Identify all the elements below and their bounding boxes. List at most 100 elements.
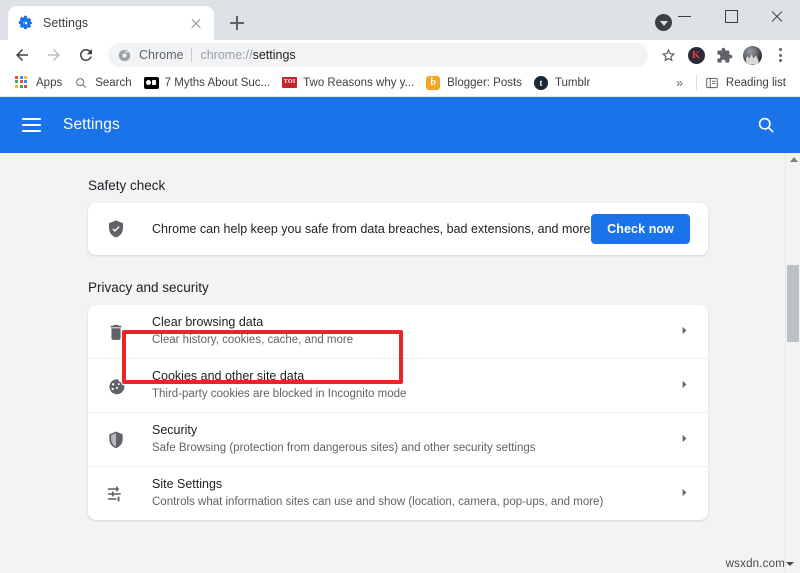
avatar-image (743, 46, 762, 65)
browser-tab-settings[interactable]: Settings (8, 6, 214, 40)
reload-icon[interactable] (72, 41, 100, 69)
bookmark-label: Tumblr (555, 77, 590, 89)
bookmark-tumblr[interactable]: t Tumblr (528, 73, 596, 94)
omnibox-url-prefix: chrome:// (200, 48, 252, 62)
blogger-favicon: b (426, 76, 441, 91)
bookmark-7-myths[interactable]: 7 Myths About Suc... (138, 73, 276, 94)
safety-check-card: Chrome can help keep you safe from data … (88, 203, 708, 255)
settings-row-clear-browsing-data[interactable]: Clear browsing data Clear history, cooki… (88, 305, 708, 359)
bookmarks-bar: Apps Search 7 Myths About Suc... TOI Two… (0, 70, 800, 97)
section-title-safety-check: Safety check (88, 178, 785, 193)
settings-row-security[interactable]: Security Safe Browsing (protection from … (88, 413, 708, 467)
bookmark-label: Two Reasons why y... (303, 77, 414, 89)
settings-row-subtitle: Third-party cookies are blocked in Incog… (152, 386, 672, 403)
cookie-icon (106, 376, 126, 396)
back-arrow-icon[interactable] (8, 41, 36, 69)
tumblr-favicon: t (534, 76, 549, 91)
bookmark-search[interactable]: Search (68, 73, 137, 94)
title-bar: Settings (0, 0, 800, 40)
settings-content: Safety check Chrome can help keep you sa… (0, 153, 800, 573)
chevron-right-icon[interactable] (672, 325, 690, 339)
black-favicon (144, 76, 159, 91)
divider (696, 75, 697, 91)
omnibox-separator (191, 48, 192, 62)
settings-header: Settings (0, 97, 800, 153)
new-tab-button[interactable] (223, 9, 251, 37)
reading-list-button[interactable]: Reading list (703, 73, 792, 94)
window-controls (662, 0, 800, 32)
apps-grid-icon (15, 76, 30, 91)
bookmark-blogger[interactable]: b Blogger: Posts (420, 73, 528, 94)
sliders-icon (106, 484, 126, 504)
vertical-scrollbar[interactable] (785, 153, 800, 573)
kebab-dots (779, 48, 782, 62)
settings-row-title: Security (152, 422, 672, 439)
tab-title: Settings (43, 16, 188, 30)
extension-k-badge: K (688, 47, 705, 64)
settings-row-title: Site Settings (152, 476, 672, 493)
settings-row-subtitle: Clear history, cookies, cache, and more (152, 332, 672, 349)
chrome-logo-icon (118, 49, 131, 62)
settings-row-title: Cookies and other site data (152, 368, 672, 385)
safety-check-text: Chrome can help keep you safe from data … (152, 222, 591, 236)
kebab-menu-icon[interactable] (767, 42, 793, 68)
magnifier-icon (74, 76, 89, 91)
maximize-icon[interactable] (708, 0, 754, 32)
settings-row-subtitle: Controls what information sites can use … (152, 494, 672, 511)
privacy-security-card: Clear browsing data Clear history, cooki… (88, 305, 708, 520)
puzzle-piece-icon[interactable] (711, 42, 737, 68)
search-icon[interactable] (756, 115, 776, 140)
settings-row-cookies[interactable]: Cookies and other site data Third-party … (88, 359, 708, 413)
check-now-button[interactable]: Check now (591, 214, 690, 244)
toolbar-actions: K (654, 42, 794, 68)
shield-check-icon (106, 219, 126, 239)
gear-icon (18, 15, 34, 31)
settings-page: Settings Safety check Chrome can help ke… (0, 97, 800, 573)
bookmarks-overflow-icon[interactable]: » (669, 76, 690, 90)
bookmark-label: Blogger: Posts (447, 77, 522, 89)
bookmark-label: Apps (36, 77, 62, 89)
omnibox-scheme-label: Chrome (139, 48, 183, 62)
bookmarks-bar-right: » Reading list (669, 73, 792, 94)
browser-window: Settings Chrome (0, 0, 800, 573)
omnibox-url-suffix: settings (253, 48, 296, 62)
toi-favicon: TOI (282, 76, 297, 91)
chevron-right-icon[interactable] (672, 379, 690, 393)
watermark: wsxdn.com (726, 558, 794, 570)
page-title: Settings (63, 116, 120, 134)
settings-row-site-settings[interactable]: Site Settings Controls what information … (88, 467, 708, 520)
chevron-right-icon[interactable] (672, 487, 690, 501)
forward-arrow-icon[interactable] (40, 41, 68, 69)
section-title-privacy-security: Privacy and security (88, 280, 785, 295)
reading-list-label: Reading list (726, 77, 786, 89)
reading-list-icon (705, 76, 720, 91)
settings-row-text: Cookies and other site data Third-party … (152, 359, 672, 412)
minimize-icon[interactable] (662, 0, 708, 32)
tab-strip: Settings (0, 0, 251, 40)
extension-k-icon[interactable]: K (683, 42, 709, 68)
star-icon[interactable] (655, 42, 681, 68)
safety-check-row: Chrome can help keep you safe from data … (88, 203, 708, 255)
settings-row-title: Clear browsing data (152, 314, 672, 331)
scroll-up-arrow-icon[interactable] (790, 157, 798, 162)
trash-icon (106, 322, 126, 342)
bookmark-label: Search (95, 77, 131, 89)
omnibox-url: chrome://settings (200, 48, 295, 62)
bookmark-apps[interactable]: Apps (9, 73, 68, 94)
bookmark-label: 7 Myths About Suc... (165, 77, 270, 89)
address-bar[interactable]: Chrome chrome://settings (108, 43, 648, 67)
chevron-right-icon[interactable] (672, 433, 690, 447)
browser-toolbar: Chrome chrome://settings K (0, 40, 800, 70)
settings-row-text: Security Safe Browsing (protection from … (152, 413, 672, 466)
settings-row-text: Site Settings Controls what information … (152, 467, 672, 520)
settings-row-text: Clear browsing data Clear history, cooki… (152, 305, 672, 358)
settings-row-subtitle: Safe Browsing (protection from dangerous… (152, 440, 672, 457)
close-icon[interactable] (188, 15, 204, 31)
bookmark-two-reasons[interactable]: TOI Two Reasons why y... (276, 73, 420, 94)
avatar[interactable] (739, 42, 765, 68)
scrollbar-thumb[interactable] (787, 265, 799, 342)
window-close-icon[interactable] (754, 0, 800, 32)
shield-icon (106, 430, 126, 450)
hamburger-menu-icon[interactable] (22, 118, 41, 132)
watermark-text: wsxdn.com (726, 558, 785, 570)
